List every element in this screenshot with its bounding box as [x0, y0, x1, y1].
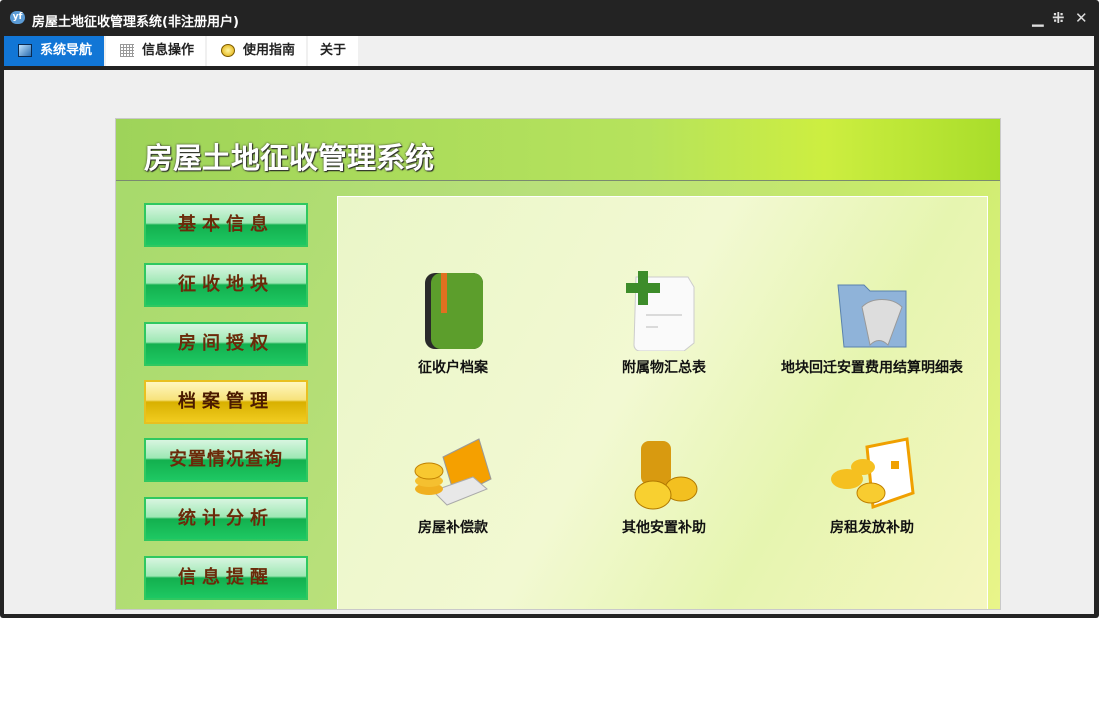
tab-bar: 系统导航 信息操作 使用指南 关于 — [4, 36, 1094, 66]
document-add-icon — [626, 271, 695, 351]
coins-icon — [634, 441, 698, 510]
restore-icon[interactable]: ⁜ — [1052, 9, 1065, 27]
item-house-compensation[interactable]: 房屋补偿款 — [353, 437, 553, 537]
item-label: 房屋补偿款 — [418, 520, 488, 536]
tab-label: 信息操作 — [142, 43, 195, 58]
nav-room-auth[interactable]: 房间授权 — [144, 322, 308, 366]
item-label: 房租发放补助 — [830, 520, 914, 536]
function-grid: 征收户档案 附属物汇总表 地块回迁安置费用结算明细表 房屋补偿款 其他安置补助 … — [337, 196, 988, 609]
nav-statistics[interactable]: 统计分析 — [144, 497, 308, 541]
minimize-icon[interactable]: ▁ — [1032, 9, 1044, 27]
panel-header: 房屋土地征收管理系统 — [116, 119, 1000, 181]
item-household-archive[interactable]: 征收户档案 — [353, 271, 553, 377]
item-label: 附属物汇总表 — [622, 360, 706, 376]
item-other-subsidy[interactable]: 其他安置补助 — [564, 437, 764, 537]
tab-about[interactable]: 关于 — [308, 36, 358, 66]
grid-icon — [120, 44, 134, 57]
tab-label: 使用指南 — [243, 43, 296, 58]
close-icon[interactable]: ✕ — [1075, 9, 1088, 27]
item-attachment-summary[interactable]: 附属物汇总表 — [564, 271, 764, 377]
app-logo-icon: yf — [10, 11, 25, 24]
title-bar: yf 房屋土地征收管理系统(非注册用户) ▁ ⁜ ✕ — [0, 0, 1099, 36]
nav-reminders[interactable]: 信息提醒 — [144, 556, 308, 600]
system-title: 房屋土地征收管理系统 — [144, 141, 435, 175]
green-book-icon — [425, 273, 483, 349]
tab-label: 关于 — [320, 43, 347, 58]
help-icon — [221, 44, 235, 57]
item-label: 其他安置补助 — [622, 520, 706, 536]
tab-guide[interactable]: 使用指南 — [207, 36, 306, 66]
tab-system-nav[interactable]: 系统导航 — [4, 36, 104, 66]
coins-document-icon — [831, 437, 915, 510]
nav-land-parcels[interactable]: 征收地块 — [144, 263, 308, 307]
nav-basic-info[interactable]: 基本信息 — [144, 203, 308, 247]
tab-info-ops[interactable]: 信息操作 — [106, 36, 205, 66]
window-title: 房屋土地征收管理系统(非注册用户) — [32, 15, 239, 30]
folder-scroll-icon — [837, 284, 907, 348]
nav-panel: 房屋土地征收管理系统 基本信息 征收地块 房间授权 档案管理 安置情况查询 统计… — [115, 118, 1001, 610]
item-settlement-cost-detail[interactable]: 地块回迁安置费用结算明细表 — [767, 271, 977, 377]
nav-archive-mgmt[interactable]: 档案管理 — [144, 380, 308, 424]
laptop-coins-icon — [414, 438, 492, 506]
item-label: 地块回迁安置费用结算明细表 — [781, 360, 963, 376]
monitor-icon — [18, 44, 32, 57]
tab-label: 系统导航 — [40, 43, 93, 58]
nav-resettlement-query[interactable]: 安置情况查询 — [144, 438, 308, 482]
item-rent-subsidy[interactable]: 房租发放补助 — [767, 437, 977, 537]
item-label: 征收户档案 — [418, 360, 488, 376]
